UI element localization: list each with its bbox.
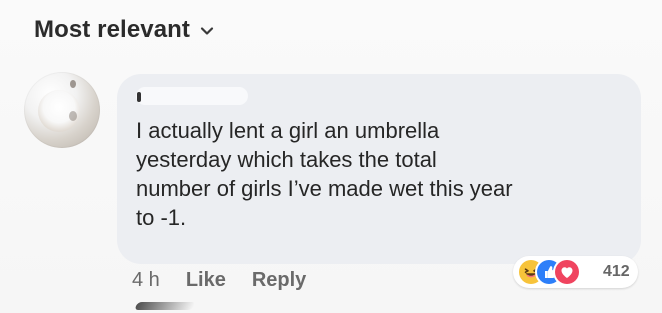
comment-text: I actually lent a girl an umbrella yeste… (136, 118, 513, 230)
chevron-down-icon[interactable] (198, 22, 216, 40)
reaction-icons (519, 260, 597, 284)
cropped-next-comment-fragment (134, 302, 196, 310)
comment-timestamp[interactable]: 4 h (132, 269, 160, 292)
sort-label[interactable]: Most relevant (34, 16, 190, 44)
name-residue-mark (137, 92, 141, 102)
like-action[interactable]: Like (186, 269, 226, 292)
reply-action[interactable]: Reply (252, 269, 306, 292)
comment-bubble: I actually lent a girl an umbrella yeste… (117, 74, 641, 264)
comment-screenshot: Most relevant I actually lent a girl an … (0, 0, 662, 313)
comment-sort-control[interactable]: Most relevant (34, 16, 216, 44)
avatar[interactable] (24, 72, 100, 148)
reaction-count[interactable]: 412 (603, 263, 630, 281)
reaction-summary[interactable]: 412 (513, 256, 638, 288)
redacted-commenter-name (136, 87, 248, 105)
comment-actions: 4 h Like Reply (132, 269, 306, 292)
love-reaction-icon (555, 260, 579, 284)
